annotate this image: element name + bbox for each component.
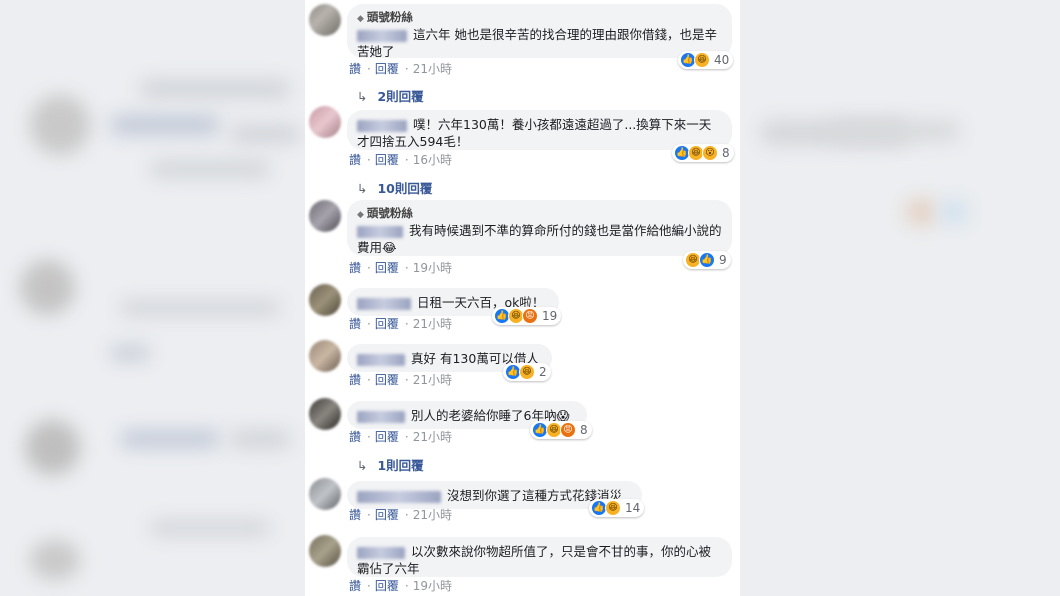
timestamp[interactable]: 16小時 (413, 153, 452, 167)
reply-link[interactable]: 回覆 (375, 579, 399, 593)
reply-arrow-icon: ↳ (357, 181, 368, 196)
comment-actions: 讚 · 回覆 · 19小時 (349, 579, 452, 593)
top-fan-badge: ◆ 頭號粉絲 (357, 10, 413, 24)
like-link[interactable]: 讚 (349, 261, 361, 275)
avatar[interactable] (309, 398, 341, 430)
commenter-name[interactable] (357, 353, 405, 366)
comment-actions: 讚 · 回覆 · 19小時 (349, 261, 452, 275)
avatar[interactable] (309, 106, 341, 138)
top-fan-badge: ◆ 頭號粉絲 (357, 206, 413, 220)
comment-text: 以次數來說你物超所值了，只是會不甘的事，你的心被霸佔了六年 (357, 544, 712, 576)
like-link[interactable]: 讚 (349, 508, 361, 522)
timestamp[interactable]: 21小時 (413, 430, 452, 444)
commenter-name[interactable] (357, 410, 405, 423)
comment-bubble: 以次數來說你物超所值了，只是會不甘的事，你的心被霸佔了六年 (347, 537, 732, 577)
comment-bubble: ◆ 頭號粉絲 我有時候遇到不準的算命所付的錢也是當作給他編小說的費用😂 (347, 200, 732, 256)
avatar[interactable] (309, 478, 341, 510)
comment-text: 我有時候遇到不準的算命所付的錢也是當作給他編小說的費用😂 (357, 223, 722, 255)
comment-text: 這六年 她也是很辛苦的找合理的理由跟你借錢，也是辛苦她了 (357, 27, 717, 59)
comment-text: 噗！六年130萬！養小孩都遠遠超過了...換算下來一天才四捨五入594毛！ (357, 117, 712, 149)
commenter-name[interactable] (357, 297, 411, 310)
like-link[interactable]: 讚 (349, 153, 361, 167)
comment-bubble: ◆ 頭號粉絲 這六年 她也是很辛苦的找合理的理由跟你借錢，也是辛苦她了 (347, 4, 732, 59)
commenter-name[interactable] (357, 490, 441, 503)
comment-actions: 讚 · 回覆 · 21小時 (349, 62, 452, 76)
like-link[interactable]: 讚 (349, 430, 361, 444)
timestamp[interactable]: 19小時 (413, 261, 452, 275)
timestamp[interactable]: 21小時 (413, 508, 452, 522)
reply-link[interactable]: 回覆 (375, 373, 399, 387)
like-link[interactable]: 讚 (349, 373, 361, 387)
comment-actions: 讚 · 回覆 · 21小時 (349, 317, 452, 331)
comment-actions: 讚 · 回覆 · 21小時 (349, 508, 452, 522)
reply-arrow-icon: ↳ (357, 458, 368, 473)
avatar[interactable] (309, 4, 341, 36)
angry-reaction-icon: 😡 (560, 422, 576, 438)
timestamp[interactable]: 21小時 (413, 373, 452, 387)
reaction-summary[interactable]: 👍 😆 😡 19 (492, 307, 562, 325)
haha-reaction-icon: 😆 (694, 52, 710, 68)
comment-bubble: 噗！六年130萬！養小孩都遠遠超過了...換算下來一天才四捨五入594毛！ (347, 110, 732, 150)
view-replies-link[interactable]: ↳ 10則回覆 (357, 178, 432, 197)
reaction-summary[interactable]: 👍 😆 😮 8 (672, 144, 734, 162)
comment-actions: 讚 · 回覆 · 21小時 (349, 373, 452, 387)
commenter-name[interactable] (357, 546, 405, 559)
reaction-summary[interactable]: 👍 😆 2 (503, 363, 551, 381)
avatar[interactable] (309, 340, 341, 372)
diamond-icon: ◆ (357, 14, 364, 24)
like-reaction-icon: 👍 (699, 252, 715, 268)
reply-link[interactable]: 回覆 (375, 62, 399, 76)
reply-link[interactable]: 回覆 (375, 317, 399, 331)
commenter-name[interactable] (357, 29, 407, 42)
comment-actions: 讚 · 回覆 · 16小時 (349, 153, 452, 167)
commenter-name[interactable] (357, 225, 403, 238)
reply-link[interactable]: 回覆 (375, 153, 399, 167)
like-link[interactable]: 讚 (349, 62, 361, 76)
haha-reaction-icon: 😆 (519, 364, 535, 380)
angry-reaction-icon: 😡 (522, 308, 538, 324)
comments-panel: ◆ 頭號粉絲 這六年 她也是很辛苦的找合理的理由跟你借錢，也是辛苦她了 👍 😆 40 … (305, 0, 740, 596)
reply-link[interactable]: 回覆 (375, 430, 399, 444)
reply-link[interactable]: 回覆 (375, 261, 399, 275)
wow-reaction-icon: 😮 (702, 145, 718, 161)
view-replies-link[interactable]: ↳ 1則回覆 (357, 455, 424, 474)
comment-actions: 讚 · 回覆 · 21小時 (349, 430, 452, 444)
avatar[interactable] (309, 284, 341, 316)
diamond-icon: ◆ (357, 210, 364, 220)
timestamp[interactable]: 21小時 (413, 62, 452, 76)
reaction-summary[interactable]: 😆 👍 9 (683, 251, 731, 269)
timestamp[interactable]: 21小時 (413, 317, 452, 331)
reaction-summary[interactable]: 👍 😆 14 (589, 499, 645, 517)
reaction-summary[interactable]: 👍 😆 40 (678, 51, 734, 69)
like-link[interactable]: 讚 (349, 317, 361, 331)
haha-reaction-icon: 😆 (605, 500, 621, 516)
like-link[interactable]: 讚 (349, 579, 361, 593)
commenter-name[interactable] (357, 119, 407, 132)
reply-link[interactable]: 回覆 (375, 508, 399, 522)
timestamp[interactable]: 19小時 (413, 579, 452, 593)
avatar[interactable] (309, 200, 341, 232)
avatar[interactable] (309, 535, 341, 567)
reply-arrow-icon: ↳ (357, 89, 368, 104)
reaction-summary[interactable]: 👍 😆 😡 8 (530, 421, 592, 439)
view-replies-link[interactable]: ↳ 2則回覆 (357, 86, 424, 105)
